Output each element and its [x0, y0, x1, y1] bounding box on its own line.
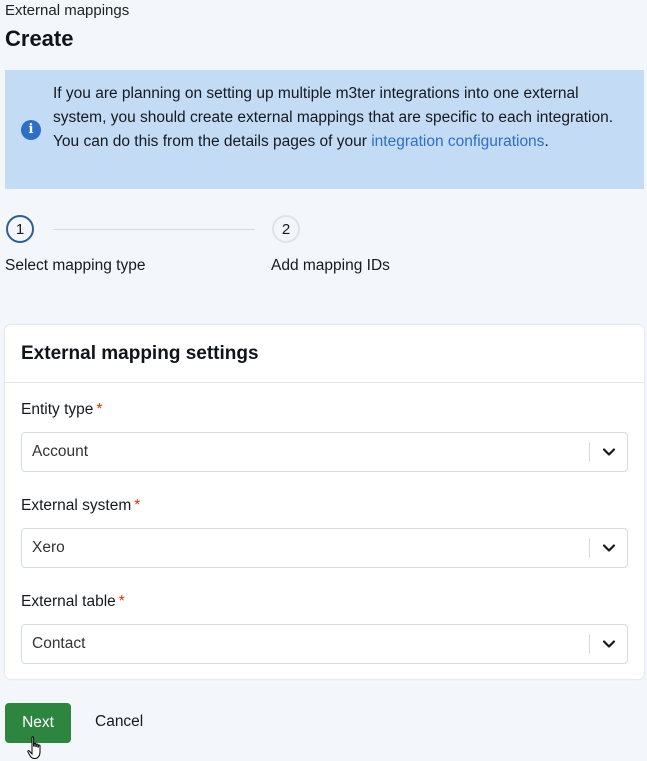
step-1-indicator: 1 — [6, 215, 34, 243]
chevron-down-icon[interactable] — [602, 445, 616, 459]
select-divider — [589, 538, 590, 558]
external-system-value: Xero — [32, 539, 65, 556]
entity-type-select[interactable]: Account — [21, 432, 628, 472]
select-divider — [589, 442, 590, 462]
step-2-indicator: 2 — [272, 215, 300, 243]
external-table-label-text: External table — [21, 593, 116, 610]
card-title: External mapping settings — [21, 343, 259, 364]
chevron-down-icon[interactable] — [602, 541, 616, 555]
entity-type-value: Account — [32, 443, 89, 460]
info-text-after: . — [544, 133, 549, 150]
external-system-label-text: External system — [21, 497, 132, 514]
required-marker: * — [118, 593, 125, 610]
external-system-field: External system * Xero — [21, 497, 628, 568]
external-table-value: Contact — [32, 635, 86, 652]
card-header: External mapping settings — [5, 325, 644, 383]
step-connector — [53, 229, 255, 230]
select-divider — [589, 634, 590, 654]
integration-configurations-link[interactable]: integration configurations — [371, 133, 544, 150]
stepper: 1 2 Select mapping type Add mapping IDs — [5, 214, 405, 284]
external-table-select[interactable]: Contact — [21, 624, 628, 664]
required-marker: * — [134, 497, 141, 514]
external-table-field: External table * Contact — [21, 593, 628, 664]
info-text: If you are planning on setting up multip… — [53, 82, 628, 154]
entity-type-label-text: Entity type — [21, 401, 94, 418]
step-1-label: Select mapping type — [5, 257, 146, 274]
external-system-label: External system * — [21, 497, 628, 519]
external-system-select[interactable]: Xero — [21, 528, 628, 568]
mapping-settings-card: External mapping settings Entity type * A… — [5, 325, 644, 679]
required-marker: * — [96, 401, 103, 418]
entity-type-label: Entity type * — [21, 401, 628, 423]
step-2-label: Add mapping IDs — [271, 257, 390, 274]
page-title: Create — [5, 26, 74, 51]
hand-pointer-icon — [27, 736, 41, 759]
cancel-button[interactable]: Cancel — [95, 713, 143, 731]
chevron-down-icon[interactable] — [602, 637, 616, 651]
external-table-label: External table * — [21, 593, 628, 615]
breadcrumb[interactable]: External mappings — [5, 2, 129, 19]
entity-type-field: Entity type * Account — [21, 401, 628, 472]
info-alert: i If you are planning on setting up mult… — [5, 70, 644, 189]
info-icon: i — [21, 120, 41, 140]
